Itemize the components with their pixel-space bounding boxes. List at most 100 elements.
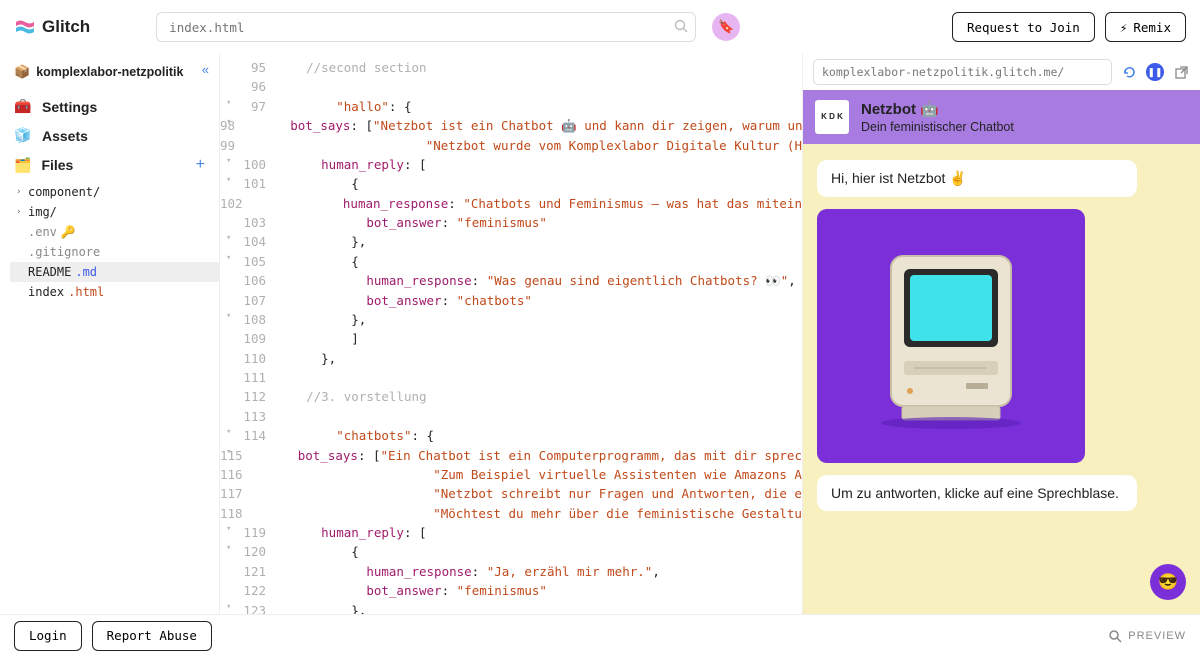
code-content[interactable]: "Zum Beispiel virtuelle Assistenten wie … <box>253 465 802 484</box>
report-label: Report Abuse <box>107 628 197 643</box>
line-number: 108 <box>220 310 276 329</box>
code-content[interactable]: }, <box>276 349 336 368</box>
project-icon: 📦 <box>14 64 30 80</box>
code-content[interactable]: bot_answer: "chatbots" <box>276 291 532 310</box>
assets-label: Assets <box>42 128 88 144</box>
file-label: index <box>28 285 64 299</box>
file-label: .env <box>28 225 57 239</box>
login-button[interactable]: Login <box>14 621 82 651</box>
secrets-button[interactable]: 🔖 <box>712 13 740 41</box>
line-number: 97 <box>220 97 276 116</box>
line-number: 102 <box>220 194 253 213</box>
line-number: 115 <box>220 446 253 465</box>
line-number: 114 <box>220 426 276 445</box>
chat-image[interactable] <box>817 209 1085 463</box>
tree-folder-img[interactable]: › img/ <box>10 202 219 222</box>
line-number: 123 <box>220 601 276 615</box>
line-number: 95 <box>220 58 276 77</box>
code-content[interactable]: bot_says: ["Ein Chatbot ist ein Computer… <box>253 446 802 465</box>
settings-label: Settings <box>42 99 97 115</box>
emoji-icon: 😎 <box>1158 572 1178 592</box>
code-content[interactable]: human_response: "Chatbots und Feminismus… <box>253 194 802 213</box>
file-label: .gitignore <box>28 245 100 259</box>
line-number: 107 <box>220 291 276 310</box>
code-content[interactable]: "Netzbot wurde vom Komplexlabor Digitale… <box>245 136 802 155</box>
chat-fab[interactable]: 😎 <box>1150 564 1186 600</box>
preview-url-input[interactable] <box>813 59 1112 85</box>
code-content[interactable]: "chatbots": { <box>276 426 434 445</box>
magnify-icon <box>1108 629 1122 643</box>
line-number: 110 <box>220 349 276 368</box>
folder-label: img/ <box>28 205 57 219</box>
new-file-button[interactable]: + <box>196 156 205 174</box>
tree-file-gitignore[interactable]: .gitignore <box>10 242 219 262</box>
report-abuse-button[interactable]: Report Abuse <box>92 621 212 651</box>
open-external-icon[interactable] <box>1172 63 1190 81</box>
app-logo: K D K <box>815 100 849 134</box>
code-content[interactable]: bot_says: ["Netzbot ist ein Chatbot 🤖 un… <box>245 116 802 135</box>
tree-file-index[interactable]: index .html <box>10 282 219 302</box>
preview-pane: ❚❚ K D K Netzbot 🤖 Dein feministischer C… <box>802 54 1200 614</box>
line-number: 99 <box>220 136 245 155</box>
code-content[interactable]: human_response: "Was genau sind eigentli… <box>276 271 796 290</box>
refresh-icon[interactable] <box>1120 63 1138 81</box>
pause-icon[interactable]: ❚❚ <box>1146 63 1164 81</box>
line-number: 119 <box>220 523 276 542</box>
bolt-icon: ⚡ <box>1120 20 1128 35</box>
chevron-right-icon: › <box>16 207 24 217</box>
line-number: 106 <box>220 271 276 290</box>
glitch-logo[interactable]: Glitch <box>14 17 90 37</box>
app-header: K D K Netzbot 🤖 Dein feministischer Chat… <box>803 90 1200 144</box>
code-content[interactable]: }, <box>276 601 366 615</box>
line-number: 120 <box>220 542 276 561</box>
code-content[interactable]: { <box>276 542 359 561</box>
files-icon: 🗂️ <box>14 157 31 174</box>
remix-button[interactable]: ⚡Remix <box>1105 12 1186 42</box>
line-number: 101 <box>220 174 276 193</box>
preview-toggle[interactable]: PREVIEW <box>1108 629 1186 643</box>
code-content[interactable]: }, <box>276 310 366 329</box>
project-name[interactable]: komplexlabor-netzpolitik <box>36 65 183 79</box>
code-content[interactable]: //3. vorstellung <box>276 387 427 406</box>
code-content[interactable]: bot_answer: "feminismus" <box>276 213 547 232</box>
line-number: 109 <box>220 329 276 348</box>
sidebar-settings[interactable]: 🧰Settings <box>0 92 219 121</box>
sidebar-assets[interactable]: 🧊Assets <box>0 121 219 150</box>
line-number: 96 <box>220 77 276 96</box>
code-content[interactable]: "hallo": { <box>276 97 411 116</box>
code-content[interactable]: "Möchtest du mehr über die feministische… <box>253 504 802 523</box>
chat-message[interactable]: Um zu antworten, klicke auf eine Sprechb… <box>817 475 1137 511</box>
tree-file-env[interactable]: .env 🔑 <box>10 222 219 242</box>
file-ext: .md <box>75 265 97 279</box>
tree-folder-component[interactable]: ›component/ <box>10 182 219 202</box>
search-input[interactable] <box>156 12 696 42</box>
file-ext: .html <box>68 285 104 299</box>
code-content[interactable]: }, <box>276 232 366 251</box>
file-label: README <box>28 265 71 279</box>
app-title: Netzbot 🤖 <box>861 100 1014 118</box>
code-content[interactable]: { <box>276 174 359 193</box>
code-content[interactable]: ] <box>276 329 359 348</box>
code-content[interactable]: human_response: "Ja, erzähl mir mehr.", <box>276 562 660 581</box>
collapse-sidebar-icon[interactable]: « <box>202 62 209 77</box>
code-content[interactable]: { <box>276 252 359 271</box>
request-join-button[interactable]: Request to Join <box>952 12 1095 42</box>
code-content[interactable]: bot_answer: "feminismus" <box>276 581 547 600</box>
tree-file-readme[interactable]: README .md <box>10 262 219 282</box>
code-content[interactable]: //second section <box>276 58 427 77</box>
app-subtitle: Dein feministischer Chatbot <box>861 120 1014 134</box>
code-content[interactable]: human_reply: [ <box>276 523 427 542</box>
sidebar: 📦 komplexlabor-netzpolitik « 🧰Settings 🧊… <box>0 54 220 614</box>
line-number: 100 <box>220 155 276 174</box>
preview-label-text: PREVIEW <box>1128 630 1186 642</box>
chat-body: Hi, hier ist Netzbot ✌️ Um zu antworten,… <box>803 144 1200 614</box>
code-editor[interactable]: 95 //second section9697 "hallo": {98 bot… <box>220 54 802 614</box>
chat-message[interactable]: Hi, hier ist Netzbot ✌️ <box>817 160 1137 197</box>
code-content[interactable]: "Netzbot schreibt nur Fragen und Antwort… <box>253 484 802 503</box>
line-number: 105 <box>220 252 276 271</box>
search-icon[interactable] <box>674 19 688 33</box>
line-number: 111 <box>220 368 276 387</box>
line-number: 112 <box>220 387 276 406</box>
login-label: Login <box>29 628 67 643</box>
code-content[interactable]: human_reply: [ <box>276 155 427 174</box>
